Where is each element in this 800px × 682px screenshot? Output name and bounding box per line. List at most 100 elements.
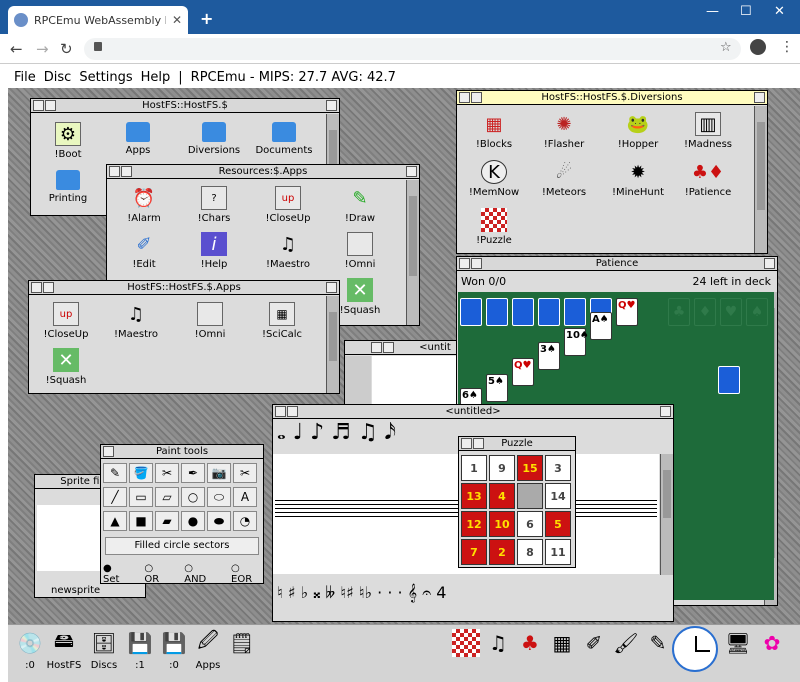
profile-avatar[interactable]: [750, 39, 766, 55]
diversions-folder[interactable]: Diversions: [179, 122, 249, 156]
closeup-app[interactable]: up !CloseUp: [253, 186, 323, 224]
back-icon[interactable]: [33, 100, 44, 111]
puzzle-tile[interactable]: 10: [489, 511, 515, 537]
close-icon[interactable]: [473, 438, 484, 449]
browser-menu-button[interactable]: ⋮: [780, 39, 794, 55]
madness-app[interactable]: ▥ !Madness: [673, 112, 743, 150]
puzzle-tile[interactable]: 6: [517, 511, 543, 537]
menu-settings[interactable]: Settings: [79, 70, 132, 85]
chars-app[interactable]: ? !Chars: [179, 186, 249, 224]
puzzle-tile[interactable]: 9: [489, 455, 515, 481]
hostfs-titlebar[interactable]: HostFS::HostFS.$: [31, 99, 339, 113]
puzzle-tile[interactable]: 15: [517, 455, 543, 481]
browser-tab[interactable]: RPCEmu WebAssembly Risc PC E ✕: [8, 6, 188, 34]
puzzle-tile[interactable]: 3: [545, 455, 571, 481]
minimize-button[interactable]: —: [706, 4, 719, 19]
puzzle-tile[interactable]: [517, 483, 543, 509]
paint-titlebar[interactable]: Paint tools: [101, 445, 263, 459]
puzzle-tile[interactable]: 2: [489, 539, 515, 565]
close-icon[interactable]: [471, 258, 482, 269]
menu-disc[interactable]: Disc: [44, 70, 72, 85]
flasher-app[interactable]: ✺ !Flasher: [529, 112, 599, 151]
scrollbar[interactable]: [326, 296, 339, 393]
close-window-button[interactable]: ✕: [774, 4, 785, 19]
omni-app[interactable]: !Omni: [325, 232, 395, 270]
puzzle-tile[interactable]: 14: [545, 483, 571, 509]
documents-folder[interactable]: Documents: [249, 122, 319, 156]
card[interactable]: 5♠: [486, 374, 508, 402]
back-icon[interactable]: [275, 406, 286, 417]
puzzle-tile[interactable]: 4: [489, 483, 515, 509]
radio-set[interactable]: ● Set: [103, 563, 130, 585]
puzzle-tile[interactable]: 5: [545, 511, 571, 537]
minehunt-app[interactable]: ✹ !MineHunt: [603, 160, 673, 199]
tab-close-icon[interactable]: ✕: [172, 13, 182, 27]
menu-file[interactable]: File: [14, 70, 36, 85]
deck-pile[interactable]: [718, 366, 740, 394]
help-app[interactable]: i !Help: [179, 232, 249, 270]
back-button[interactable]: ←: [10, 40, 23, 58]
toggle-size-icon[interactable]: [326, 100, 337, 111]
close-icon[interactable]: [43, 282, 54, 293]
back-icon[interactable]: [109, 166, 120, 177]
back-icon[interactable]: [31, 282, 42, 293]
draw-titlebar[interactable]: <untit: [345, 341, 465, 355]
card[interactable]: 3♠: [538, 342, 560, 370]
hostfs-drive[interactable]: 🖴 HostFS: [44, 628, 84, 671]
accidental-palette[interactable]: ♮ ♯ ♭ 𝄪 𝄫 ♮♯ ♮♭ · · · 𝄞 𝄐 4: [273, 575, 673, 621]
patience-app[interactable]: ♣♦ !Patience: [673, 160, 743, 199]
scrollbar[interactable]: [406, 180, 419, 325]
alarm-app[interactable]: ⏰ !Alarm: [109, 186, 179, 225]
edit-app[interactable]: ✐ !Edit: [109, 232, 179, 271]
radio-or[interactable]: ○ OR: [144, 563, 170, 585]
close-icon[interactable]: [45, 100, 56, 111]
close-icon[interactable]: [383, 342, 394, 353]
maestro-app[interactable]: ♫ !Maestro: [253, 232, 323, 271]
radio-and[interactable]: ○ AND: [184, 563, 217, 585]
diversions-titlebar[interactable]: HostFS::HostFS.$.Diversions: [457, 91, 767, 105]
draw-canvas[interactable]: [372, 356, 465, 409]
card[interactable]: Q♥: [616, 298, 638, 326]
scrollbar[interactable]: [754, 106, 767, 253]
closeup-app[interactable]: up !CloseUp: [31, 302, 101, 340]
back-icon[interactable]: [371, 342, 382, 353]
puzzle-tile[interactable]: 1: [461, 455, 487, 481]
card[interactable]: 10♠: [564, 328, 589, 356]
scrollbar[interactable]: [660, 454, 673, 575]
riscos-logo-icon[interactable]: ✿: [752, 629, 792, 660]
alarm-clock-icon[interactable]: [672, 626, 718, 672]
menu-help[interactable]: Help: [141, 70, 171, 85]
puzzle-tile[interactable]: 13: [461, 483, 487, 509]
puzzle-grid[interactable]: 1 9 15 3 13 4 14 12 10 6 5 7 2 8 11: [461, 455, 573, 567]
maestro-app[interactable]: ♫ !Maestro: [101, 302, 171, 341]
memnow-app[interactable]: K !MemNow: [459, 160, 529, 198]
discs-drive[interactable]: 🗄 Discs: [84, 629, 124, 671]
toggle-size-icon[interactable]: [764, 258, 775, 269]
toggle-size-icon[interactable]: [660, 406, 671, 417]
apps-titlebar[interactable]: HostFS::HostFS.$.Apps: [29, 281, 339, 295]
card[interactable]: Q♥: [512, 358, 534, 386]
apps-folder[interactable]: Apps: [103, 122, 173, 156]
resources-titlebar[interactable]: Resources:$.Apps: [107, 165, 419, 179]
draw-running-icon[interactable]: 🗒: [222, 629, 262, 660]
paint-op-radios[interactable]: ● Set ○ OR ○ AND ○ EOR: [103, 563, 263, 585]
close-icon[interactable]: [287, 406, 298, 417]
puzzle-tile[interactable]: 11: [545, 539, 571, 565]
card[interactable]: A♠: [590, 312, 612, 340]
forward-button[interactable]: →: [36, 40, 49, 58]
scicalc-app[interactable]: ▦ !SciCalc: [247, 302, 317, 340]
hopper-app[interactable]: 🐸 !Hopper: [603, 112, 673, 151]
blocks-app[interactable]: ▦ !Blocks: [459, 112, 529, 151]
toggle-size-icon[interactable]: [326, 282, 337, 293]
back-icon[interactable]: [459, 92, 470, 103]
new-tab-button[interactable]: +: [200, 9, 213, 28]
puzzle-titlebar[interactable]: Puzzle: [459, 437, 575, 451]
draw-toolbox[interactable]: [345, 356, 371, 409]
address-bar[interactable]: [84, 38, 741, 60]
back-icon[interactable]: [459, 258, 470, 269]
omni-app[interactable]: !Omni: [175, 302, 245, 340]
puzzle-tile[interactable]: 12: [461, 511, 487, 537]
draw-app[interactable]: ✎ !Draw: [325, 186, 395, 225]
radio-eor[interactable]: ○ EOR: [231, 563, 263, 585]
toggle-size-icon[interactable]: [754, 92, 765, 103]
